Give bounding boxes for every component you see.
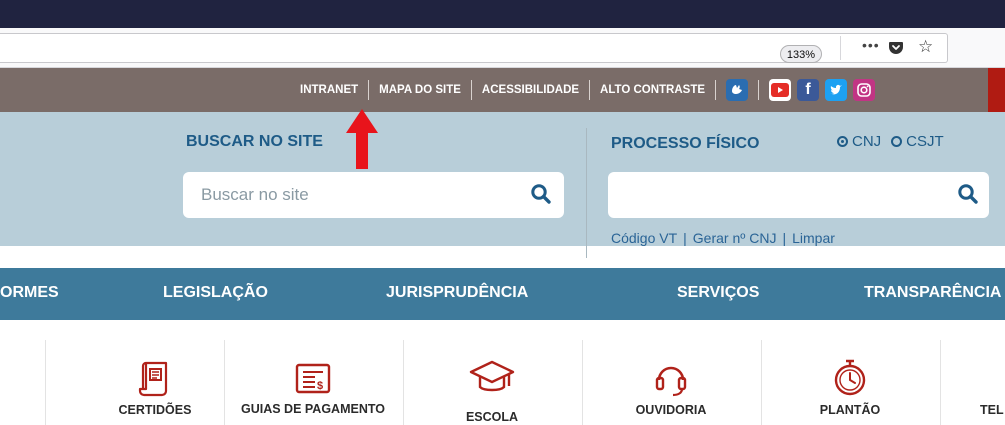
service-ouvidoria[interactable]: OUVIDORIA	[582, 340, 760, 425]
processo-links: Código VT | Gerar nº CNJ | Limpar	[611, 230, 835, 246]
site-top-bar: INTRANET MAPA DO SITE ACESSIBILIDADE ALT…	[0, 68, 990, 112]
radio-cnj-label: CNJ	[852, 133, 882, 150]
url-field[interactable]: 133%	[0, 33, 948, 63]
headset-icon	[654, 360, 688, 403]
nav-item-transparencia[interactable]: TRANSPARÊNCIA	[864, 284, 1001, 302]
main-nav: ORMES LEGISLAÇÃO JURISPRUDÊNCIA SERVIÇOS…	[0, 268, 1005, 320]
service-label: OUVIDORIA	[635, 403, 707, 417]
radio-cnj[interactable]	[837, 136, 848, 147]
nav-item-legislacao[interactable]: LEGISLAÇÃO	[163, 284, 268, 302]
browser-toolbar: 133% ••• ☆	[0, 28, 1005, 68]
divider	[589, 80, 591, 100]
search-divider	[586, 128, 587, 258]
ellipsis-icon[interactable]: •••	[862, 37, 880, 53]
processo-label: PROCESSO FÍSICO	[611, 135, 760, 152]
nav-item-servicos[interactable]: SERVIÇOS	[677, 284, 759, 302]
service-escola[interactable]: ESCOLA	[403, 340, 581, 425]
libras-icon[interactable]	[726, 79, 749, 101]
link-intranet[interactable]: INTRANET	[300, 84, 358, 96]
twitter-icon[interactable]	[825, 79, 848, 101]
services-row: CERTIDÕES $ GUIAS DE PAGAMENTO ESCOLA OU…	[0, 340, 1005, 425]
link-mapa-do-site[interactable]: MAPA DO SITE	[379, 84, 461, 96]
service-label: TEL	[980, 403, 1004, 417]
processo-input[interactable]	[608, 172, 989, 218]
facebook-icon[interactable]: f	[797, 79, 820, 101]
service-label: ESCOLA	[465, 410, 519, 424]
stopwatch-icon	[832, 358, 868, 403]
processo-search-icon[interactable]	[957, 183, 979, 205]
link-limpar[interactable]: Limpar	[792, 230, 835, 246]
zoom-indicator[interactable]: 133%	[780, 45, 822, 63]
link-alto-contraste[interactable]: ALTO CONTRASTE	[600, 84, 705, 96]
radio-csjt-label: CSJT	[906, 133, 944, 150]
radio-csjt[interactable]	[891, 136, 903, 147]
annotation-arrow-icon	[342, 107, 382, 176]
graduation-cap-icon	[469, 358, 515, 403]
divider	[758, 80, 760, 100]
processo-radios: CNJ CSJT	[837, 133, 944, 150]
link-codigo-vt[interactable]: Código VT	[611, 230, 677, 246]
instagram-icon[interactable]	[853, 79, 876, 101]
divider	[715, 80, 717, 100]
divider	[368, 80, 370, 100]
service-label: GUIAS DE PAGAMENTO	[241, 402, 385, 416]
service-guias[interactable]: $ GUIAS DE PAGAMENTO	[224, 340, 402, 425]
pocket-icon[interactable]	[888, 39, 904, 55]
search-placeholder: Buscar no site	[201, 185, 309, 204]
link-acessibilidade[interactable]: ACESSIBILIDADE	[482, 84, 579, 96]
scroll-icon	[138, 360, 172, 403]
nav-item-informes[interactable]: ORMES	[0, 284, 59, 302]
top-links: INTRANET MAPA DO SITE ACESSIBILIDADE ALT…	[300, 68, 881, 112]
search-input[interactable]: Buscar no site	[183, 172, 564, 218]
svg-text:$: $	[317, 380, 323, 392]
toolbar-separator	[840, 36, 841, 60]
browser-titlebar	[0, 0, 1005, 28]
service-telefones[interactable]: TEL	[940, 340, 1005, 425]
link-gerar-cnj[interactable]: Gerar nº CNJ	[693, 230, 777, 246]
youtube-icon[interactable]	[769, 79, 792, 101]
service-label: PLANTÃO	[819, 403, 881, 417]
divider	[470, 80, 472, 100]
divider	[45, 340, 46, 425]
top-bar-accent	[988, 68, 1005, 112]
service-label: CERTIDÕES	[118, 403, 192, 417]
invoice-icon: $	[295, 360, 331, 401]
service-certidoes[interactable]: CERTIDÕES	[66, 340, 244, 425]
search-label: BUSCAR NO SITE	[186, 133, 323, 150]
nav-item-jurisprudencia[interactable]: JURISPRUDÊNCIA	[386, 284, 528, 302]
search-icon[interactable]	[530, 183, 552, 205]
service-plantao[interactable]: PLANTÃO	[761, 340, 939, 425]
star-icon[interactable]: ☆	[918, 37, 933, 57]
